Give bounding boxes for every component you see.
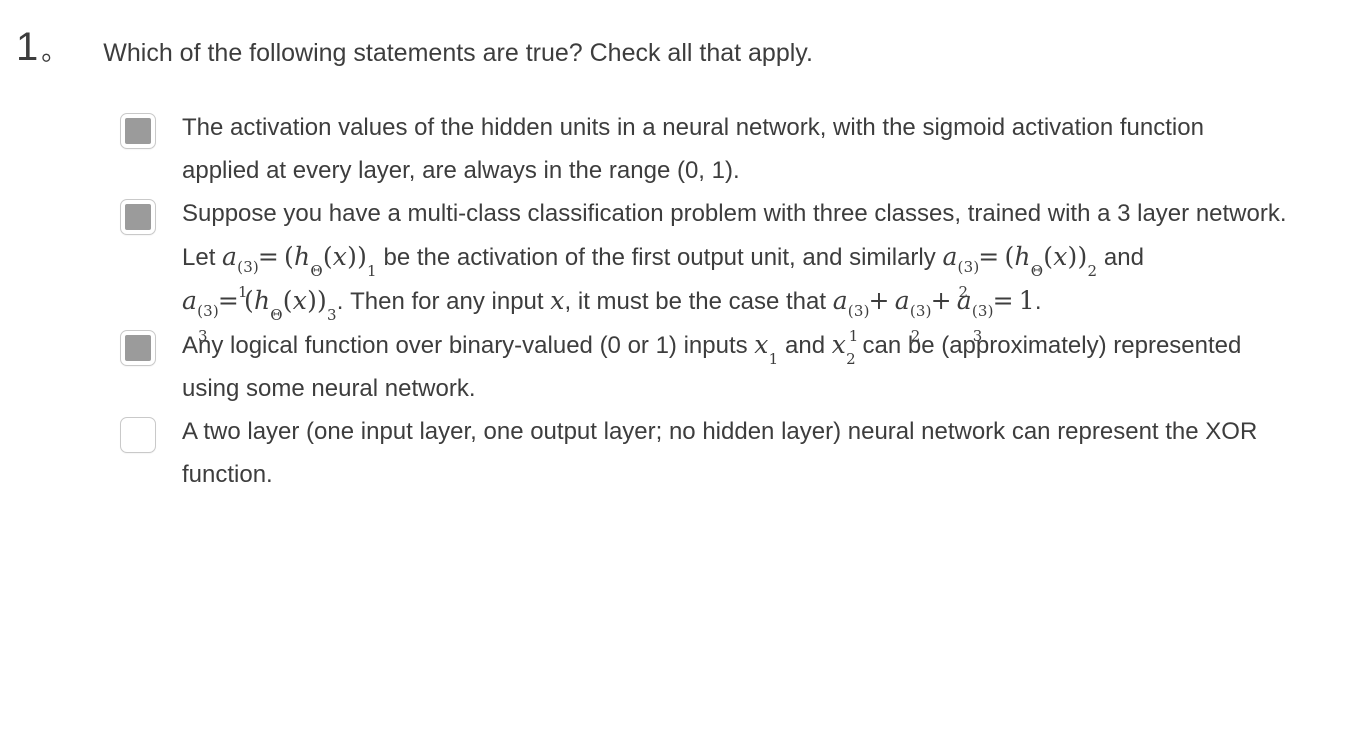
question-number-value: 1 [16,25,39,69]
option-label-2: Suppose you have a multi-class classific… [182,192,1287,346]
checkbox-fill-icon [125,118,151,144]
math-x-variable: x [550,286,565,315]
checkbox-fill-icon [125,204,151,230]
option-3-text-part-1: Any logical function over binary-valued … [182,332,755,359]
option-2-text-part-6: . [1034,288,1042,315]
option-3-text-part-2: and [778,332,832,359]
question-number: 1。 [12,26,67,72]
option-2-text-part-2: be the activation of the first output un… [376,244,943,271]
option-row-4[interactable]: A two layer (one input layer, one output… [120,410,1352,496]
math-x1-variable: x1 [754,330,779,368]
option-2-text-part-3: and [1097,244,1144,271]
question-prompt: Which of the following statements are tr… [103,39,813,67]
question-header: 1。 Which of the following statements are… [12,26,1352,72]
option-label-4: A two layer (one input layer, one output… [182,418,1258,488]
math-a2-equals-h-theta-x-2: a (3) 2 = (hΘ(x))2 [942,242,1098,302]
question-number-dot: 。 [41,36,68,66]
checkbox-option-1[interactable] [120,113,156,149]
quiz-question: 1。 Which of the following statements are… [0,0,1372,734]
checkbox-fill-icon [125,335,151,361]
option-row-3[interactable]: Any logical function over binary-valued … [120,323,1352,410]
checkbox-option-2[interactable] [120,199,156,235]
math-sum-a1-a2-a3-equals-1: a (3) 1 + a (3) 2 + a (3) 3 = 1 [832,286,1035,346]
option-label-3: Any logical function over binary-valued … [182,323,1287,410]
option-2-text-part-5: , it must be the case that [564,288,833,315]
option-row-1[interactable]: The activation values of the hidden unit… [120,106,1352,192]
checkbox-option-3[interactable] [120,330,156,366]
option-2-text-part-4: . Then for any input [336,288,551,315]
checkbox-fill-icon [125,422,151,448]
checkbox-option-4[interactable] [120,417,156,453]
math-a3-equals-h-theta-x-3: a (3) 3 = (hΘ(x))3 [182,286,337,346]
options-list: The activation values of the hidden unit… [12,106,1352,496]
option-label-1: The activation values of the hidden unit… [182,114,1204,184]
math-a1-equals-h-theta-x-1: a (3) 1 = (hΘ(x))1 [222,242,377,302]
option-row-2[interactable]: Suppose you have a multi-class classific… [120,192,1352,346]
